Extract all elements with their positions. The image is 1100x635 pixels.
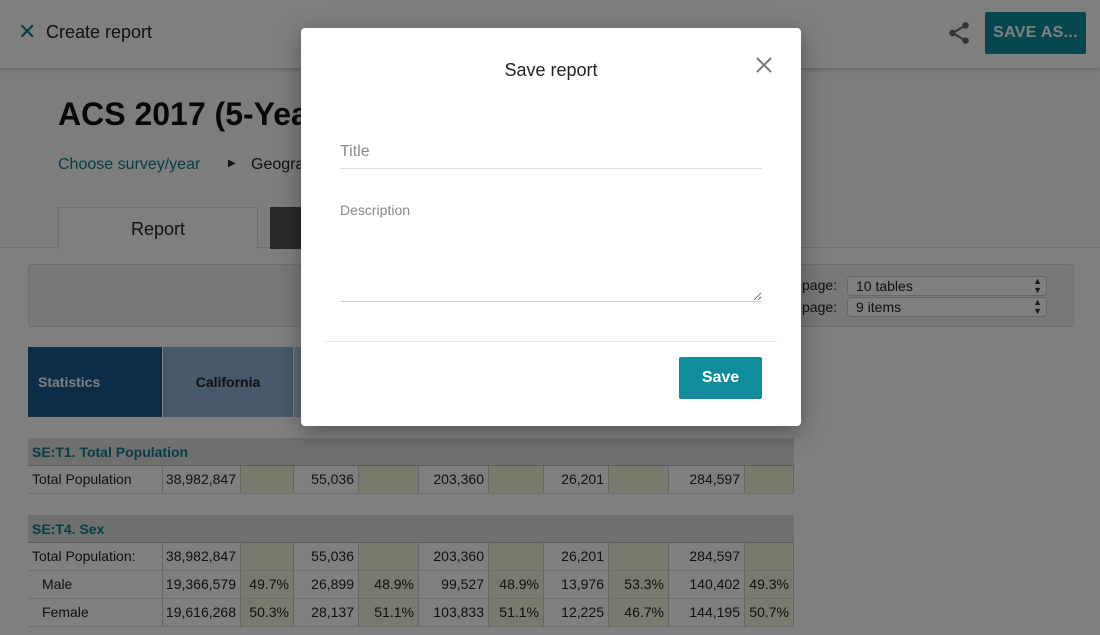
save-button[interactable]: Save: [679, 357, 762, 399]
description-textarea[interactable]: [340, 226, 762, 302]
close-icon[interactable]: [753, 54, 775, 76]
dialog-title: Save report: [504, 60, 598, 80]
save-report-dialog: Save report Description Save: [301, 28, 801, 426]
dialog-divider: [325, 341, 777, 342]
description-label: Description: [340, 202, 411, 218]
title-input[interactable]: [340, 136, 762, 169]
